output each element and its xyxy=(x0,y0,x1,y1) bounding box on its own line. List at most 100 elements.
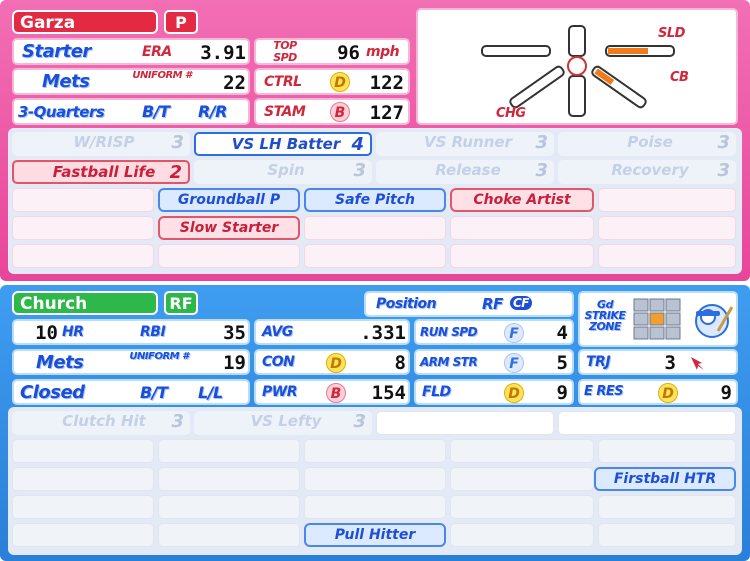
skill-groundball-p[interactable]: Groundball P xyxy=(158,188,300,212)
ctrl-label: CTRL xyxy=(264,74,302,90)
skill-slot-empty xyxy=(450,523,594,547)
skill-slot-empty xyxy=(450,467,594,491)
hr-value: 10 xyxy=(35,322,58,344)
batter-bt: L/L xyxy=(198,383,223,402)
batter-team: Mets xyxy=(36,352,84,373)
trajectory-arrow-icon xyxy=(691,357,704,370)
era-value: 3.91 xyxy=(200,42,246,64)
ability-clutch-hit[interactable]: Clutch Hit 3 xyxy=(12,411,190,435)
position-cell: Position RF CF xyxy=(364,291,574,317)
ability-vs-lh-batter[interactable]: VS LH Batter 4 xyxy=(194,132,372,156)
batter-position-badge: RF xyxy=(164,291,198,315)
pitcher-team-cell: Mets UNIFORM # 22 xyxy=(12,68,250,95)
ctrl-grade: D xyxy=(330,72,350,92)
ctrl-value: 122 xyxy=(369,72,404,94)
pitch-cb: CB xyxy=(670,70,689,85)
fld-grade: D xyxy=(504,383,524,403)
pitch-sld: SLD xyxy=(658,26,685,41)
skill-slot-empty xyxy=(12,244,154,268)
runspd-label: RUN SPD xyxy=(420,325,478,339)
pitcher-panel: Garza P Starter ERA 3.91 TOP SPD 96 mph … xyxy=(0,0,750,281)
skill-slot-empty xyxy=(158,439,300,463)
arm-slot: 3-Quarters xyxy=(18,103,105,121)
avg-value: .331 xyxy=(360,322,406,344)
skill-slot-empty xyxy=(158,244,300,268)
con-grade: D xyxy=(326,353,346,373)
ability-fastball-life[interactable]: Fastball Life 2 xyxy=(12,160,190,184)
trj-label: TRJ xyxy=(586,354,611,370)
stam-grade: B xyxy=(330,102,350,122)
stam-value: 127 xyxy=(369,102,404,124)
skill-slot-empty xyxy=(12,523,154,547)
skill-slot-empty xyxy=(158,467,300,491)
arm-strength-cell: ARM STR F 5 xyxy=(414,349,574,375)
skill-slot-empty xyxy=(304,495,446,519)
ability-poise[interactable]: Poise 3 xyxy=(558,132,736,156)
skill-pull-hitter[interactable]: Pull Hitter xyxy=(304,523,446,547)
top-spd-unit: mph xyxy=(366,44,400,60)
error-resistance-cell: E RES D 9 xyxy=(578,379,738,405)
skill-slot-empty xyxy=(304,216,446,240)
rbi-value: 35 xyxy=(223,322,246,344)
pwr-grade: B xyxy=(326,383,346,403)
ability-recovery[interactable]: Recovery 3 xyxy=(558,160,736,184)
strike-zone-grid xyxy=(633,298,681,340)
skill-slot-empty xyxy=(598,495,736,519)
skill-slot-empty xyxy=(450,244,594,268)
skill-slot-empty xyxy=(598,188,736,212)
run-speed-cell: RUN SPD F 4 xyxy=(414,319,574,345)
ability-release[interactable]: Release 3 xyxy=(376,160,554,184)
skill-slot-empty xyxy=(450,439,594,463)
skill-slot-empty xyxy=(598,216,736,240)
rbi-label: RBI xyxy=(140,324,166,340)
runspd-value: 4 xyxy=(556,322,568,344)
pitcher-role-cell: Starter ERA 3.91 xyxy=(12,38,250,65)
skill-slot-empty xyxy=(12,188,154,212)
ability-vs-lefty[interactable]: VS Lefty 3 xyxy=(194,411,372,435)
pitcher-armslot-cell: 3-Quarters B/T R/R xyxy=(12,98,250,125)
skill-slot-empty xyxy=(304,439,446,463)
ability-wrisp[interactable]: W/RISP 3 xyxy=(12,132,190,156)
avg-label: AVG xyxy=(262,324,293,340)
trajectory-cell: TRJ 3 xyxy=(578,349,738,375)
skill-slot-empty xyxy=(304,244,446,268)
batter-avatar-icon xyxy=(695,304,734,338)
batter-stance: Closed xyxy=(20,382,85,403)
power-cell: PWR B 154 xyxy=(254,379,410,405)
batter-bt-label: B/T xyxy=(140,383,168,402)
pitcher-team: Mets xyxy=(42,71,90,92)
skill-slot-empty xyxy=(12,439,154,463)
pitcher-uniform: 22 xyxy=(223,72,246,94)
ability-vs-runner[interactable]: VS Runner 3 xyxy=(376,132,554,156)
pitcher-position-badge: P xyxy=(164,10,198,34)
top-spd-value: 96 xyxy=(337,42,360,64)
skill-slot-empty xyxy=(158,495,300,519)
skill-firstball-htr[interactable]: Firstball HTR xyxy=(594,467,736,491)
strike-zone-cell: Gd STRIKE ZONE xyxy=(578,291,738,347)
fld-value: 9 xyxy=(556,382,568,404)
batter-panel: Church RF Position RF CF Gd STRIKE ZONE … xyxy=(0,285,750,561)
pitch-arrow-diagram xyxy=(481,25,675,117)
skill-slot-empty xyxy=(158,523,300,547)
avg-cell: AVG .331 xyxy=(254,319,410,345)
positions-secondary: CF xyxy=(510,296,533,310)
pwr-label: PWR xyxy=(262,384,297,400)
runspd-grade: F xyxy=(504,323,524,343)
stamina-cell: STAM B 127 xyxy=(254,98,410,125)
ability-spin[interactable]: Spin 3 xyxy=(194,160,372,184)
ability-slot-empty xyxy=(558,411,736,435)
pwr-value: 154 xyxy=(371,382,406,404)
skill-slow-starter[interactable]: Slow Starter xyxy=(158,216,300,240)
gd-strike-zone-label: Gd STRIKE ZONE xyxy=(584,298,626,333)
skill-choke-artist[interactable]: Choke Artist xyxy=(450,188,594,212)
pitcher-bt: R/R xyxy=(198,102,227,121)
hr-label: HR xyxy=(62,324,84,340)
armstr-value: 5 xyxy=(556,352,568,374)
top-speed-cell: TOP SPD 96 mph xyxy=(254,38,410,65)
skill-safe-pitch[interactable]: Safe Pitch xyxy=(304,188,446,212)
pitcher-bt-label: B/T xyxy=(142,102,170,121)
top-spd-label: TOP SPD xyxy=(273,39,297,64)
pitcher-name: Garza xyxy=(12,10,158,34)
pitch-chg: CHG xyxy=(496,106,526,121)
stam-label: STAM xyxy=(264,104,306,120)
